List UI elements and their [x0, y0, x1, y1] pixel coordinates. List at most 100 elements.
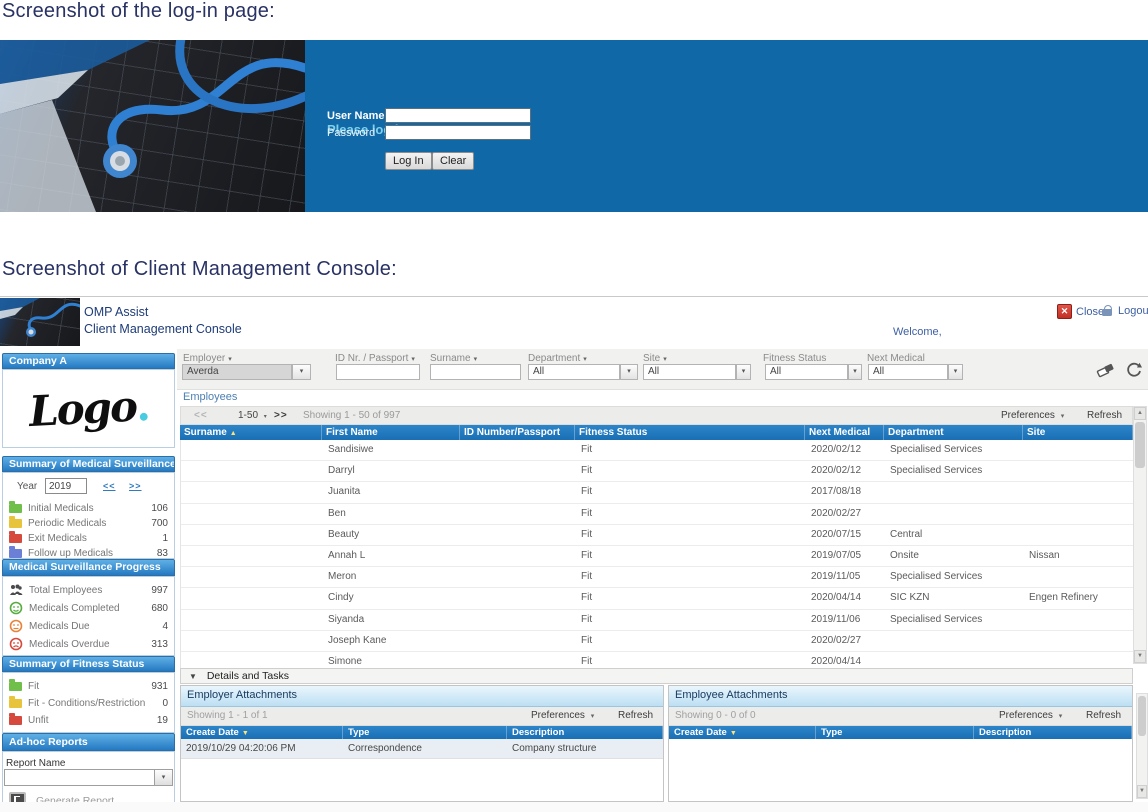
stat-row-exit-medicals[interactable]: Exit Medicals 1 [3, 531, 174, 546]
employer-attachments-refresh-button[interactable]: Refresh [618, 710, 653, 721]
cell-department: SIC KZN [890, 592, 930, 604]
next-medical-select-arrow-button[interactable]: ▾ [948, 364, 963, 380]
column-header-fitness-status[interactable]: Fitness Status [575, 425, 805, 440]
next-medical-select[interactable]: All [868, 364, 948, 380]
id-passport-input[interactable] [336, 364, 420, 380]
stat-row-unfit[interactable]: Unfit 19 [3, 712, 174, 729]
pager-next-button[interactable]: >> [274, 410, 288, 421]
surname-input[interactable] [430, 364, 521, 380]
screenshot-root: Screenshot of the log-in page: Please lo… [0, 0, 1148, 812]
column-header-description[interactable]: Description [507, 726, 663, 739]
logout-button[interactable]: Logout [1101, 304, 1148, 317]
employees-preferences-button[interactable]: Preferences ▾ [1001, 410, 1064, 421]
console-thumbnail-photo [0, 298, 80, 346]
report-name-select-arrow-button[interactable]: ▾ [154, 769, 173, 786]
pager-prev-button[interactable]: << [194, 410, 208, 421]
column-header-create-date[interactable]: Create Date ▼ [181, 726, 343, 739]
cell-surname [181, 567, 323, 587]
column-header-site[interactable]: Site [1023, 425, 1133, 440]
employer-attachments-body: 2019/10/29 04:20:06 PM Correspondence Co… [181, 739, 663, 759]
surveillance-stats: Initial Medicals 106 Periodic Medicals 7… [3, 501, 174, 561]
department-select-arrow-button[interactable]: ▾ [620, 364, 638, 380]
bottom-panel-scrollbar[interactable]: ▼ [1136, 693, 1148, 799]
employee-row[interactable]: Ben Fit 2020/02/27 [181, 504, 1133, 525]
stat-row-medicals-due[interactable]: Medicals Due 4 [3, 617, 174, 635]
stat-row-initial-medicals[interactable]: Initial Medicals 106 [3, 501, 174, 516]
stat-row-total-employees[interactable]: Total Employees 997 [3, 581, 174, 599]
employer-select[interactable]: Averda [182, 364, 292, 380]
details-and-tasks-bar[interactable]: ▼ Details and Tasks [180, 668, 1133, 684]
refresh-filters-icon[interactable] [1124, 360, 1144, 380]
employee-row[interactable]: Cindy Fit 2020/04/14 SIC KZN Engen Refin… [181, 588, 1133, 610]
employer-select-arrow-button[interactable]: ▾ [292, 364, 311, 380]
column-header-create-date[interactable]: Create Date ▼ [669, 726, 816, 739]
employee-row[interactable]: Meron Fit 2019/11/05 Specialised Service… [181, 567, 1133, 589]
employee-row[interactable]: Juanita Fit 2017/08/18 [181, 482, 1133, 504]
column-header-first-name[interactable]: First Name [322, 425, 460, 440]
surveillance-progress-header: Medical Surveillance Progress [2, 559, 175, 576]
stat-row-medicals-completed[interactable]: Medicals Completed 680 [3, 599, 174, 617]
password-input[interactable] [385, 125, 531, 140]
login-button[interactable]: Log In [385, 152, 432, 170]
year-next-link[interactable]: >> [129, 481, 142, 491]
cell-id-number [461, 525, 576, 545]
stat-value: 680 [151, 602, 168, 614]
column-header-department[interactable]: Department [884, 425, 1023, 440]
username-input[interactable] [385, 108, 531, 123]
fitness-status-select[interactable]: All [765, 364, 848, 380]
employees-section-title: Employees [183, 391, 238, 403]
site-select-arrow-button[interactable]: ▾ [736, 364, 751, 380]
thumbnail-stethoscope-illustration [0, 298, 80, 337]
logo-dot: . [134, 380, 150, 431]
department-select[interactable]: All [528, 364, 620, 380]
close-button[interactable]: ✕ Close [1057, 304, 1104, 319]
pager-range-dropdown[interactable]: 1-50 ▾ [238, 410, 267, 421]
employee-row[interactable]: Darryl Fit 2020/02/12 Specialised Servic… [181, 461, 1133, 483]
stat-row-fit[interactable]: Fit 931 [3, 678, 174, 695]
column-header-next-medical[interactable]: Next Medical [805, 425, 884, 440]
cell-surname [181, 440, 323, 460]
column-header-id-number[interactable]: ID Number/Passport [460, 425, 575, 440]
column-header-type[interactable]: Type [343, 726, 507, 739]
column-header-description[interactable]: Description [974, 726, 1132, 739]
scroll-down-icon[interactable]: ▼ [1134, 650, 1146, 663]
stat-row-medicals-overdue[interactable]: Medicals Overdue 313 [3, 635, 174, 653]
report-name-select[interactable] [4, 769, 155, 786]
stat-row-fit-conditions[interactable]: Fit - Conditions/Restriction 0 [3, 695, 174, 712]
year-input[interactable] [45, 478, 87, 494]
console-heading: Screenshot of Client Management Console: [2, 258, 397, 280]
stat-label: Initial Medicals [28, 503, 94, 514]
employees-scrollbar[interactable]: ▲ ▼ [1133, 406, 1147, 664]
employees-table-header: Surname ▲ First Name ID Number/Passport F… [180, 425, 1133, 440]
clear-filters-eraser-icon[interactable] [1096, 360, 1116, 380]
employee-row[interactable]: Beauty Fit 2020/07/15 Central [181, 525, 1133, 546]
employee-attachments-preferences-button[interactable]: Preferences ▾ [999, 710, 1062, 721]
fitness-status-select-arrow-button[interactable]: ▾ [848, 364, 862, 380]
employee-row[interactable]: Joseph Kane Fit 2020/02/27 [181, 631, 1133, 652]
scroll-down-icon[interactable]: ▼ [1137, 785, 1147, 798]
employee-attachments-refresh-button[interactable]: Refresh [1086, 710, 1121, 721]
password-label: Password [327, 127, 376, 139]
employee-row[interactable]: Siyanda Fit 2019/11/06 Specialised Servi… [181, 610, 1133, 631]
cell-first-name: Sandisiwe [328, 444, 374, 455]
cell-department: Specialised Services [890, 444, 983, 455]
clear-button[interactable]: Clear [432, 152, 475, 170]
site-select[interactable]: All [643, 364, 736, 380]
logout-lock-icon [1101, 304, 1114, 317]
scrollbar-thumb[interactable] [1138, 696, 1146, 736]
stat-value: 700 [151, 518, 168, 529]
attachment-row[interactable]: 2019/10/29 04:20:06 PM Correspondence Co… [181, 739, 663, 759]
employer-attachments-preferences-button[interactable]: Preferences ▾ [531, 710, 594, 721]
year-prev-link[interactable]: << [103, 481, 116, 491]
cell-id-number [461, 440, 576, 460]
employee-row[interactable]: Sandisiwe Fit 2020/02/12 Specialised Ser… [181, 440, 1133, 462]
site-filter-label: Site ▾ [643, 353, 667, 364]
cell-next-medical: 2020/02/27 [811, 634, 862, 646]
column-header-type[interactable]: Type [816, 726, 974, 739]
stat-row-periodic-medicals[interactable]: Periodic Medicals 700 [3, 516, 174, 531]
column-header-surname[interactable]: Surname ▲ [180, 425, 322, 440]
scrollbar-thumb[interactable] [1135, 422, 1145, 468]
scroll-up-icon[interactable]: ▲ [1134, 407, 1146, 420]
employees-refresh-button[interactable]: Refresh [1087, 410, 1122, 421]
employee-row[interactable]: Annah L Fit 2019/07/05 Onsite Nissan [181, 546, 1133, 568]
